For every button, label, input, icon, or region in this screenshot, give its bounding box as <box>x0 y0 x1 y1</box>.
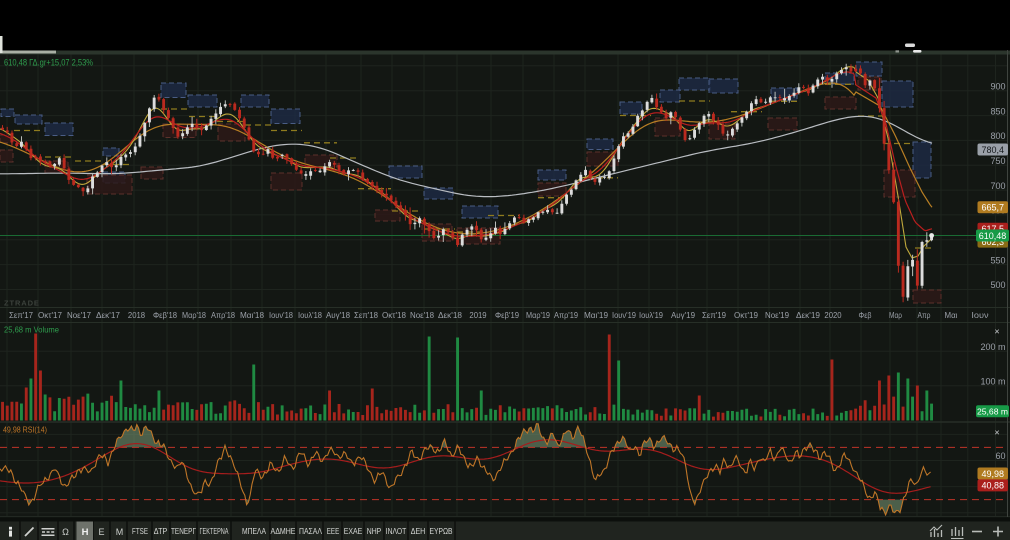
svg-text:49,98: 49,98 <box>982 469 1005 479</box>
svg-text:Νοε'17: Νοε'17 <box>67 310 91 320</box>
svg-text:ΓΕΚΤΕΡΝΑ: ΓΕΚΤΕΡΝΑ <box>200 527 229 536</box>
svg-text:ΤΕΝΕΡΓ: ΤΕΝΕΡΓ <box>171 527 196 536</box>
svg-text:Σεπ'17: Σεπ'17 <box>9 310 33 320</box>
svg-text:Αυγ'18: Αυγ'18 <box>326 310 350 320</box>
svg-text:Μ: Μ <box>116 527 124 537</box>
svg-text:Μαι: Μαι <box>945 310 958 320</box>
svg-text:ΔΕΗ: ΔΕΗ <box>411 527 426 536</box>
svg-text:700: 700 <box>990 181 1005 191</box>
svg-text:550: 550 <box>990 255 1005 265</box>
svg-text:Ιουν'18: Ιουν'18 <box>269 310 293 320</box>
svg-text:Νοε'19: Νοε'19 <box>765 310 789 320</box>
svg-text:665,7: 665,7 <box>982 203 1005 213</box>
svg-text:Σεπ'18: Σεπ'18 <box>354 310 378 320</box>
svg-text:Οκτ'18: Οκτ'18 <box>382 310 406 320</box>
svg-text:Μαι'18: Μαι'18 <box>240 310 264 320</box>
svg-text:Ω: Ω <box>62 527 69 537</box>
svg-text:ΔΤΡ: ΔΤΡ <box>154 527 168 536</box>
svg-text:Οκτ'19: Οκτ'19 <box>734 310 758 320</box>
svg-text:ΜΠΕΛΑ: ΜΠΕΛΑ <box>242 527 266 536</box>
svg-text:Δεκ'17: Δεκ'17 <box>96 310 120 320</box>
svg-text:Ιουν: Ιουν <box>971 310 988 320</box>
svg-text:Μαρ: Μαρ <box>889 310 902 320</box>
svg-text:610,48: 610,48 <box>979 231 1007 241</box>
svg-text:Μαρ'18: Μαρ'18 <box>182 310 206 320</box>
svg-text:60: 60 <box>995 451 1005 461</box>
svg-text:25,68 m Volume: 25,68 m Volume <box>4 325 59 335</box>
svg-text:Ιουν'19: Ιουν'19 <box>612 310 636 320</box>
svg-text:2019: 2019 <box>469 310 487 320</box>
svg-text:Σεπ'19: Σεπ'19 <box>702 310 726 320</box>
svg-text:500: 500 <box>990 280 1005 290</box>
svg-text:900: 900 <box>990 81 1005 91</box>
svg-text:850: 850 <box>990 106 1005 116</box>
svg-text:Μαι'19: Μαι'19 <box>584 310 608 320</box>
svg-text:Ιουλ'19: Ιουλ'19 <box>639 310 663 320</box>
svg-text:ΠΑΣΑΛ: ΠΑΣΑΛ <box>299 527 322 536</box>
svg-text:ΙΝΛΟΤ: ΙΝΛΟΤ <box>386 527 407 536</box>
svg-text:Δεκ'18: Δεκ'18 <box>438 310 462 320</box>
svg-text:Φεβ: Φεβ <box>859 310 872 320</box>
svg-text:ΕΕΕ: ΕΕΕ <box>327 527 340 536</box>
svg-text:Η: Η <box>82 527 89 538</box>
svg-text:Μαρ'19: Μαρ'19 <box>526 310 550 320</box>
svg-text:Φεβ'19: Φεβ'19 <box>495 310 519 320</box>
svg-text:Απρ'18: Απρ'18 <box>211 310 235 320</box>
svg-text:40,88: 40,88 <box>982 481 1005 491</box>
svg-text:×: × <box>994 428 999 438</box>
svg-text:Αυγ'19: Αυγ'19 <box>671 310 695 320</box>
svg-text:780,4: 780,4 <box>982 145 1005 155</box>
svg-text:ΕΧΑΕ: ΕΧΑΕ <box>344 527 363 536</box>
svg-text:Ε: Ε <box>98 527 104 537</box>
svg-text:800: 800 <box>990 131 1005 141</box>
svg-text:×: × <box>994 327 999 337</box>
svg-text:25,68 m: 25,68 m <box>977 407 1008 417</box>
svg-text:Ιουλ'18: Ιουλ'18 <box>298 310 322 320</box>
svg-text:Νοε'18: Νοε'18 <box>410 310 434 320</box>
svg-text:Φεβ'18: Φεβ'18 <box>153 310 177 320</box>
svg-text:200 m: 200 m <box>980 342 1005 352</box>
svg-text:Απρ'19: Απρ'19 <box>554 310 578 320</box>
svg-text:ΝΗΡ: ΝΗΡ <box>367 527 382 536</box>
svg-text:ΑΔΜΗΕ: ΑΔΜΗΕ <box>271 527 296 536</box>
svg-text:ΕΥΡΩΒ: ΕΥΡΩΒ <box>430 527 453 536</box>
svg-text:750: 750 <box>990 156 1005 166</box>
svg-text:Δεκ'19: Δεκ'19 <box>796 310 820 320</box>
svg-text:2018: 2018 <box>128 310 146 320</box>
svg-text:FTSE: FTSE <box>132 527 148 536</box>
svg-text:ZTRADE: ZTRADE <box>4 299 40 308</box>
svg-text:610,48 ΓΔ.gr+15,07 2,53%: 610,48 ΓΔ.gr+15,07 2,53% <box>4 58 93 68</box>
svg-text:2020: 2020 <box>824 310 842 320</box>
svg-text:100 m: 100 m <box>980 376 1005 386</box>
svg-text:Απρ: Απρ <box>918 310 931 320</box>
svg-text:Οκτ'17: Οκτ'17 <box>38 310 62 320</box>
svg-text:49,98 RSI(14): 49,98 RSI(14) <box>3 425 47 435</box>
